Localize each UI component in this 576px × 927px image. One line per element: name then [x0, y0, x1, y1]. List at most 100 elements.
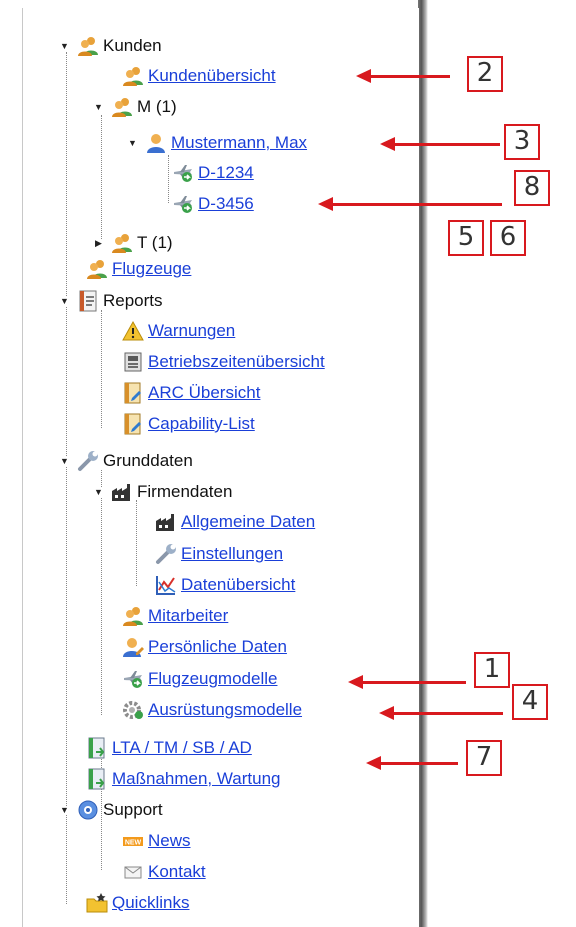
- airplane-icon: [172, 162, 194, 184]
- link-flugzeuge[interactable]: Flugzeuge: [112, 259, 191, 279]
- callout-badge-7: 7: [466, 740, 502, 776]
- link-arc[interactable]: ARC Übersicht: [148, 383, 260, 403]
- link-flugzeugmodelle[interactable]: Flugzeugmodelle: [148, 669, 277, 689]
- link-quicklinks[interactable]: Quicklinks: [112, 893, 189, 913]
- link-aircraft-1[interactable]: D-1234: [198, 163, 254, 183]
- chart-icon: [155, 574, 177, 596]
- svg-text:NEW: NEW: [125, 840, 142, 847]
- tree-node-customer[interactable]: ▼ Mustermann, Max: [128, 130, 307, 156]
- new-badge-icon: NEW: [122, 830, 144, 852]
- tree-label-m-group: M (1): [137, 97, 177, 116]
- tree-node-datenuebersicht[interactable]: Datenübersicht: [155, 572, 295, 598]
- collapse-toggle-icon[interactable]: ▼: [94, 102, 103, 112]
- tree-node-capability[interactable]: Capability-List: [122, 411, 255, 437]
- tree-node-t-group[interactable]: ▶ T (1): [94, 230, 173, 256]
- link-aircraft-2[interactable]: D-3456: [198, 194, 254, 214]
- link-einstellungen[interactable]: Einstellungen: [181, 544, 283, 564]
- tree-line: [136, 500, 137, 586]
- callout-badge-5: 5: [448, 220, 484, 256]
- collapse-toggle-icon[interactable]: ▼: [60, 296, 69, 306]
- factory-icon: [155, 511, 177, 533]
- link-datenuebersicht[interactable]: Datenübersicht: [181, 575, 295, 595]
- tree-node-mitarbeiter[interactable]: Mitarbeiter: [122, 603, 228, 629]
- tree-line: [101, 470, 102, 715]
- link-mitarbeiter[interactable]: Mitarbeiter: [148, 606, 228, 626]
- link-betriebszeiten[interactable]: Betriebszeitenübersicht: [148, 352, 325, 372]
- tree-node-betriebszeiten[interactable]: Betriebszeitenübersicht: [122, 349, 325, 375]
- wrench-icon: [77, 450, 99, 472]
- expand-toggle-icon[interactable]: ▶: [94, 238, 103, 248]
- link-massnahmen[interactable]: Maßnahmen, Wartung: [112, 769, 281, 789]
- collapse-toggle-icon[interactable]: ▼: [60, 456, 69, 466]
- tree-node-aircraft[interactable]: D-3456: [172, 191, 254, 217]
- link-persoenliche-daten[interactable]: Persönliche Daten: [148, 637, 287, 657]
- tree-node-m-group[interactable]: ▼ M (1): [94, 94, 177, 120]
- report-icon: [122, 351, 144, 373]
- collapse-toggle-icon[interactable]: ▼: [94, 487, 103, 497]
- tree-node-lta[interactable]: LTA / TM / SB / AD: [86, 735, 252, 761]
- tree-node-support[interactable]: ▼ Support: [60, 797, 163, 823]
- tree-label-t-group: T (1): [137, 233, 173, 252]
- airplane-icon: [172, 193, 194, 215]
- tree-node-quicklinks[interactable]: Quicklinks: [86, 890, 189, 916]
- report-icon: [122, 413, 144, 435]
- link-ausruestungsmodelle[interactable]: Ausrüstungsmodelle: [148, 700, 302, 720]
- link-news[interactable]: News: [148, 831, 191, 851]
- callout-arrow: [318, 197, 502, 211]
- tree-line: [101, 115, 102, 245]
- callout-arrow: [380, 137, 500, 151]
- tree-line: [66, 52, 67, 904]
- tree-label-kunden: Kunden: [103, 36, 162, 55]
- callout-badge-6: 6: [490, 220, 526, 256]
- tree-node-news[interactable]: NEW News: [122, 828, 191, 854]
- link-kundenuebersicht[interactable]: Kundenübersicht: [148, 66, 276, 86]
- callout-badge-1: 1: [474, 652, 510, 688]
- tree-node-allgemeine-daten[interactable]: Allgemeine Daten: [155, 509, 315, 535]
- collapse-toggle-icon[interactable]: ▼: [60, 805, 69, 815]
- callout-badge-2: 2: [467, 56, 503, 92]
- tree-node-firmendaten[interactable]: ▼ Firmendaten: [94, 479, 232, 505]
- users-icon: [122, 605, 144, 627]
- warning-icon: [122, 320, 144, 342]
- tree-node-reports[interactable]: ▼ Reports: [60, 288, 163, 314]
- mail-icon: [122, 861, 144, 883]
- tree-node-warnungen[interactable]: Warnungen: [122, 318, 235, 344]
- users-icon: [86, 258, 108, 280]
- report-icon: [86, 768, 108, 790]
- tree-node-kundenuebersicht[interactable]: Kundenübersicht: [122, 63, 276, 89]
- tree-node-arc[interactable]: ARC Übersicht: [122, 380, 260, 406]
- tree-node-ausruestungsmodelle[interactable]: Ausrüstungsmodelle: [122, 697, 302, 723]
- collapse-toggle-icon[interactable]: ▼: [60, 41, 69, 51]
- tree-node-massnahmen[interactable]: Maßnahmen, Wartung: [86, 766, 281, 792]
- tree-node-grunddaten[interactable]: ▼ Grunddaten: [60, 448, 193, 474]
- link-warnungen[interactable]: Warnungen: [148, 321, 235, 341]
- tree-node-kontakt[interactable]: Kontakt: [122, 859, 206, 885]
- tree-label-support: Support: [103, 800, 163, 819]
- tree-node-aircraft[interactable]: D-1234: [172, 160, 254, 186]
- link-capability[interactable]: Capability-List: [148, 414, 255, 434]
- tree-node-einstellungen[interactable]: Einstellungen: [155, 541, 283, 567]
- users-icon: [122, 65, 144, 87]
- tree-node-flugzeugmodelle[interactable]: Flugzeugmodelle: [122, 666, 277, 692]
- link-allgemeine-daten[interactable]: Allgemeine Daten: [181, 512, 315, 532]
- link-lta[interactable]: LTA / TM / SB / AD: [112, 738, 252, 758]
- factory-icon: [111, 481, 133, 503]
- airplane-icon: [122, 668, 144, 690]
- callout-badge-3: 3: [504, 124, 540, 160]
- tree-node-flugzeuge[interactable]: Flugzeuge: [86, 256, 191, 282]
- wrench-icon: [155, 543, 177, 565]
- link-customer[interactable]: Mustermann, Max: [171, 133, 307, 153]
- users-icon: [77, 35, 99, 57]
- tree-node-kunden[interactable]: ▼ Kunden: [60, 33, 162, 59]
- tree-line: [101, 310, 102, 428]
- callout-arrow: [348, 675, 466, 689]
- gear-icon: [122, 699, 144, 721]
- report-icon: [122, 382, 144, 404]
- users-icon: [111, 232, 133, 254]
- tree-node-persoenliche-daten[interactable]: Persönliche Daten: [122, 634, 287, 660]
- user-icon: [122, 636, 144, 658]
- report-icon: [86, 737, 108, 759]
- callout-arrow: [366, 756, 458, 770]
- link-kontakt[interactable]: Kontakt: [148, 862, 206, 882]
- collapse-toggle-icon[interactable]: ▼: [128, 138, 137, 148]
